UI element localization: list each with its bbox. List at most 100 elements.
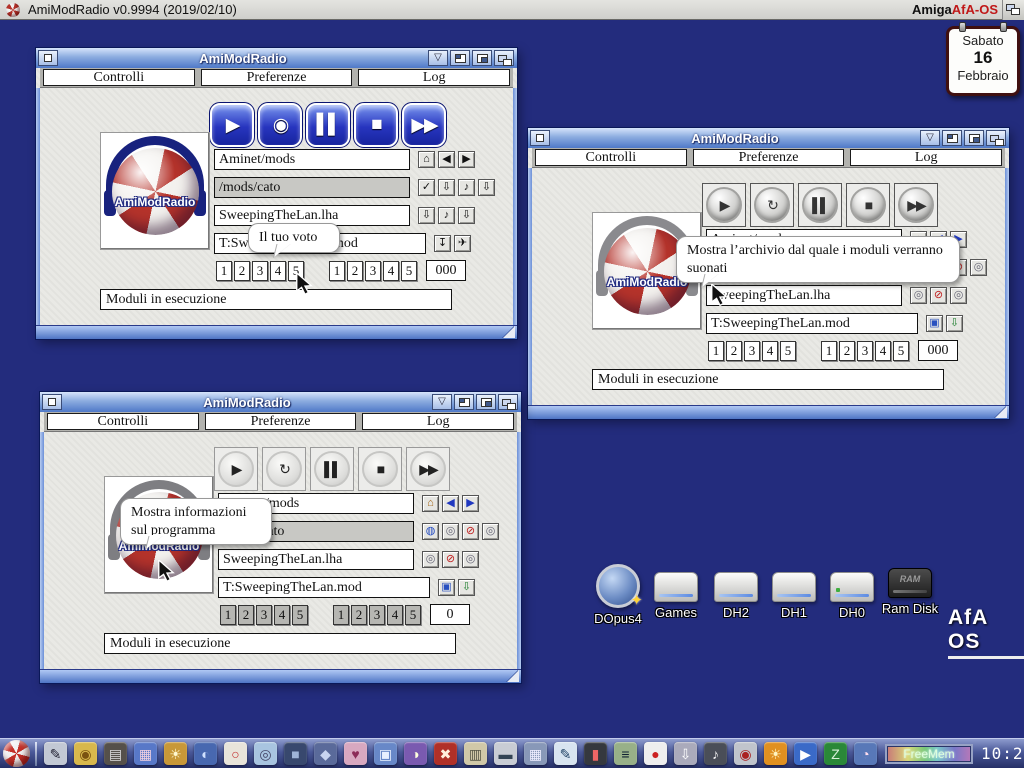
next-archive-button[interactable]: ▶ xyxy=(462,495,479,512)
window-titlebar[interactable]: AmiModRadio ▽ xyxy=(528,128,1009,148)
block-button[interactable]: ⊘ xyxy=(930,287,947,304)
playing-list[interactable]: Moduli in esecuzione xyxy=(104,633,456,654)
archive-file-field[interactable]: SweepingTheLan.lha xyxy=(706,285,902,306)
playing-list[interactable]: Moduli in esecuzione xyxy=(592,369,944,390)
vote-button[interactable]: 2 xyxy=(234,261,250,281)
avg-vote-button[interactable]: 4 xyxy=(875,341,891,361)
toolbox-icon[interactable]: ✖ xyxy=(434,742,457,765)
prefs-icon[interactable]: ♥ xyxy=(344,742,367,765)
tab-controlli[interactable]: Controlli xyxy=(47,413,199,430)
browse-globe-button[interactable]: ◍ xyxy=(422,523,439,540)
block-button[interactable]: ⊘ xyxy=(462,523,479,540)
fetch-archive-button[interactable]: ⇩ xyxy=(418,207,435,224)
ffwd-button[interactable]: ▶▶ xyxy=(406,447,450,491)
avg-vote-button[interactable]: 2 xyxy=(347,261,363,281)
extract-module-button[interactable]: ⇩ xyxy=(946,315,963,332)
window-titlebar[interactable]: AmiModRadio ▽ xyxy=(40,392,521,412)
prev-archive-button[interactable]: ◀ xyxy=(438,151,455,168)
save-module-button[interactable]: ↧ xyxy=(434,235,451,252)
photo-icon[interactable]: ▦ xyxy=(134,742,157,765)
search-icon[interactable]: ◎ xyxy=(254,742,277,765)
record-button[interactable]: ◉ xyxy=(258,103,302,147)
vote-button[interactable]: 2 xyxy=(238,605,254,625)
avg-vote-button[interactable]: 1 xyxy=(821,341,837,361)
resize-handle[interactable] xyxy=(507,670,519,682)
close-gadget[interactable] xyxy=(42,394,62,410)
play-button[interactable]: ▶ xyxy=(214,447,258,491)
cdplayer-icon[interactable]: ◉ xyxy=(734,742,757,765)
play-sample-button[interactable]: ♪ xyxy=(458,179,475,196)
desktop-icon-games[interactable]: Games xyxy=(644,572,708,620)
window-titlebar[interactable]: AmiModRadio ▽ xyxy=(36,48,517,68)
search-button[interactable]: ◎ xyxy=(910,287,927,304)
paint-icon[interactable]: ◑ xyxy=(404,742,427,765)
screen-depth-gadget[interactable] xyxy=(1002,0,1024,20)
avg-vote-button[interactable]: 5 xyxy=(405,605,421,625)
shade-gadget[interactable] xyxy=(964,130,984,146)
home-button[interactable]: ⌂ xyxy=(418,151,435,168)
stop-button[interactable]: ■ xyxy=(846,183,890,227)
app-logo[interactable]: AmiModRadio xyxy=(100,132,210,250)
depth-gadget[interactable] xyxy=(498,394,518,410)
globe-icon[interactable]: ◐ xyxy=(194,742,217,765)
stop-button[interactable]: ■ xyxy=(354,103,398,147)
monitor-icon[interactable]: ■ xyxy=(284,742,307,765)
next-archive-button[interactable]: ▶ xyxy=(458,151,475,168)
close-gadget[interactable] xyxy=(530,130,550,146)
search-button[interactable]: ◎ xyxy=(422,551,439,568)
cdburn-icon[interactable]: ◉ xyxy=(74,742,97,765)
notepad-icon[interactable]: ✎ xyxy=(554,742,577,765)
record-button[interactable]: ↻ xyxy=(750,183,794,227)
zoom-gadget[interactable] xyxy=(450,50,470,66)
shell-icon[interactable]: ▮ xyxy=(584,742,607,765)
windows-icon[interactable]: ▣ xyxy=(374,742,397,765)
extract-module-button[interactable]: ⇩ xyxy=(458,579,475,596)
desktop-icon-ramdisk[interactable]: RAM Ram Disk xyxy=(878,568,942,616)
player-icon[interactable]: ▶ xyxy=(794,742,817,765)
search-alt-button[interactable]: ◎ xyxy=(462,551,479,568)
pause-button[interactable]: ▌▌ xyxy=(310,447,354,491)
avg-vote-button[interactable]: 1 xyxy=(333,605,349,625)
archive-dir-field[interactable]: Aminet/mods xyxy=(214,149,410,170)
tab-log[interactable]: Log xyxy=(850,149,1002,166)
avg-vote-button[interactable]: 3 xyxy=(857,341,873,361)
vote-button[interactable]: 5 xyxy=(292,605,308,625)
close-gadget[interactable] xyxy=(38,50,58,66)
vote-button[interactable]: 1 xyxy=(216,261,232,281)
vote-button[interactable]: 2 xyxy=(726,341,742,361)
vote-button[interactable]: 3 xyxy=(252,261,268,281)
play-button[interactable]: ▶ xyxy=(702,183,746,227)
desktop-icon-dh2[interactable]: DH2 xyxy=(704,572,768,620)
depth-gadget[interactable] xyxy=(494,50,514,66)
tab-log[interactable]: Log xyxy=(362,413,514,430)
shade-gadget[interactable] xyxy=(476,394,496,410)
iconify-gadget[interactable]: ▽ xyxy=(432,394,452,410)
vote-button[interactable]: 1 xyxy=(708,341,724,361)
pause-button[interactable]: ▌▌ xyxy=(306,103,350,147)
fetch-archive-button[interactable]: ⇩ xyxy=(438,179,455,196)
avg-vote-button[interactable]: 5 xyxy=(893,341,909,361)
vote-button[interactable]: 5 xyxy=(780,341,796,361)
network-icon[interactable]: ◆ xyxy=(314,742,337,765)
avg-vote-button[interactable]: 4 xyxy=(387,605,403,625)
calculator-icon[interactable]: ≡ xyxy=(614,742,637,765)
desktop-icon-dopus4[interactable]: DOpus4 xyxy=(586,564,650,626)
avg-vote-button[interactable]: 5 xyxy=(401,261,417,281)
search-alt-button[interactable]: ◎ xyxy=(970,259,987,276)
tab-controlli[interactable]: Controlli xyxy=(535,149,687,166)
confirm-button[interactable]: ✓ xyxy=(418,179,435,196)
freemem-gauge[interactable]: FreeMem xyxy=(885,744,973,764)
printer-icon[interactable]: ▬ xyxy=(494,742,517,765)
search-alt-button[interactable]: ◎ xyxy=(482,523,499,540)
tab-preferenze[interactable]: Preferenze xyxy=(205,413,357,430)
files-icon[interactable]: ▥ xyxy=(464,742,487,765)
search-alt-button[interactable]: ◎ xyxy=(950,287,967,304)
desktop-icon-dh0[interactable]: DH0 xyxy=(820,572,884,620)
vote-button[interactable]: 3 xyxy=(256,605,272,625)
module-file-field[interactable]: T:SweepingTheLan.mod xyxy=(706,313,918,334)
play-button[interactable]: ▶ xyxy=(210,103,254,147)
tab-preferenze[interactable]: Preferenze xyxy=(693,149,845,166)
send-vote-button[interactable]: ✈ xyxy=(454,235,471,252)
module-file-field[interactable]: T:SweepingTheLan.mod xyxy=(218,577,430,598)
tab-preferenze[interactable]: Preferenze xyxy=(201,69,353,86)
